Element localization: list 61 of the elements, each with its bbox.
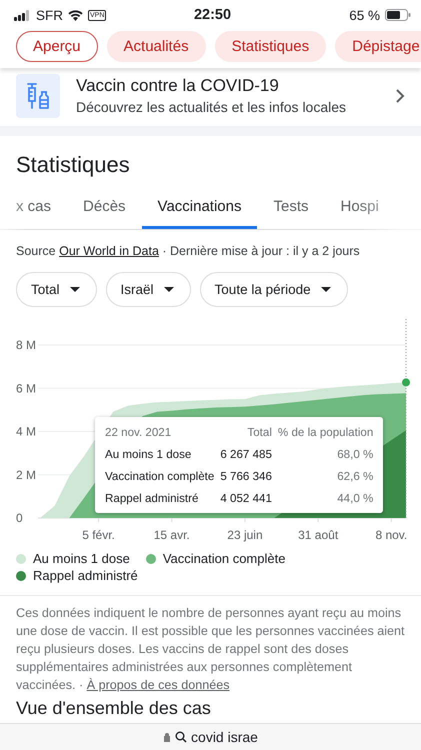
clock-time: 22:50 bbox=[194, 7, 232, 23]
source-text: Source Our World in Data · Dernière mise à jour : il y a 2 jours bbox=[15, 243, 361, 258]
legend-label: Vaccination complète bbox=[162, 551, 286, 566]
data-point-marker bbox=[402, 378, 410, 386]
stats-tab[interactable]: Vaccinations bbox=[142, 188, 258, 229]
nav-chip[interactable]: Actualités bbox=[106, 31, 206, 62]
about-data-link[interactable]: À propos de ces données bbox=[86, 678, 230, 692]
caret-icon bbox=[70, 287, 80, 292]
vaccine-icon bbox=[25, 82, 51, 110]
axis-label: 23 juin bbox=[227, 528, 263, 542]
legend-label: Rappel administré bbox=[33, 568, 138, 583]
tooltip-series-name: Au moins 1 dose bbox=[105, 448, 192, 461]
tooltip-percent: 68,0 % bbox=[337, 448, 374, 461]
nav-chip[interactable]: Statistiques bbox=[214, 31, 326, 62]
lock-icon bbox=[163, 732, 172, 742]
axis-label: 8 M bbox=[16, 338, 36, 352]
tooltip-series-name: Rappel administré bbox=[105, 492, 200, 505]
tooltip-column-header: % de la population bbox=[278, 426, 374, 439]
stats-tab[interactable]: Tests bbox=[257, 188, 324, 229]
vaccine-card[interactable]: Vaccin contre la COVID-19 Découvrez les actualités et les infos locales bbox=[0, 68, 421, 126]
tooltip-column-header: Total bbox=[247, 426, 272, 439]
stats-tab[interactable]: x cas bbox=[0, 188, 68, 229]
axis-label: 5 févr. bbox=[82, 528, 115, 542]
nav-chip[interactable]: Dépistage bbox=[335, 31, 421, 62]
nav-chip[interactable]: Aperçu bbox=[16, 31, 98, 62]
axis-label: 4 M bbox=[16, 424, 36, 438]
section-heading: Statistiques bbox=[15, 151, 131, 179]
url-text[interactable]: covid israe bbox=[191, 729, 258, 745]
caret-icon bbox=[320, 287, 331, 292]
tooltip-series-name: Vaccination complète bbox=[105, 470, 214, 483]
tooltip-total: 4 052 441 bbox=[220, 492, 272, 505]
tooltip-total: 5 766 346 bbox=[220, 470, 272, 483]
stats-tab[interactable]: Hospi bbox=[324, 188, 395, 229]
stats-tab[interactable]: Décès bbox=[67, 188, 142, 229]
tooltip-total: 6 267 485 bbox=[220, 448, 272, 461]
card-title: Vaccin contre la COVID-19 bbox=[76, 75, 280, 97]
chevron-icon bbox=[395, 89, 405, 103]
filter-dropdown[interactable]: Total bbox=[16, 272, 97, 307]
data-note: Ces données indiquent le nombre de personnes ayant reçu au moins une dose de vaccin. Il est possible que les personnes vaccinées aient reçu plusieurs doses. Les vaccins de rappel sont des doses supplémentaires administrées aux personnes complètement vaccinées. · À propos de ces données bbox=[15, 605, 406, 694]
section-heading: Vue d'ensemble des cas bbox=[15, 697, 212, 718]
axis-label: 31 août bbox=[298, 528, 338, 542]
card-subtitle: Découvrez les actualités et les infos locales bbox=[76, 98, 348, 117]
tooltip-date: 22 nov. 2021 bbox=[105, 426, 172, 439]
axis-label: 15 avr. bbox=[154, 528, 190, 542]
tooltip-percent: 44,0 % bbox=[337, 492, 374, 505]
axis-label: 8 nov. bbox=[375, 528, 408, 542]
search-icon bbox=[175, 731, 188, 743]
filter-dropdown[interactable]: Toute la période bbox=[200, 272, 348, 307]
tooltip-percent: 62,6 % bbox=[337, 470, 374, 483]
battery-percent: 65 % bbox=[349, 8, 380, 22]
carrier-name: SFR bbox=[36, 8, 63, 22]
battery-icon bbox=[385, 9, 411, 21]
source-link[interactable]: Our World in Data bbox=[59, 244, 159, 258]
axis-label: 0 bbox=[16, 511, 23, 525]
axis-label: 6 M bbox=[16, 381, 36, 396]
signal-icon bbox=[14, 10, 31, 20]
caret-icon bbox=[164, 287, 174, 292]
filter-dropdown[interactable]: Israël bbox=[106, 272, 191, 307]
axis-label: 2 M bbox=[16, 468, 36, 482]
wifi-icon bbox=[68, 10, 83, 20]
legend-label: Au moins 1 dose bbox=[33, 551, 130, 566]
